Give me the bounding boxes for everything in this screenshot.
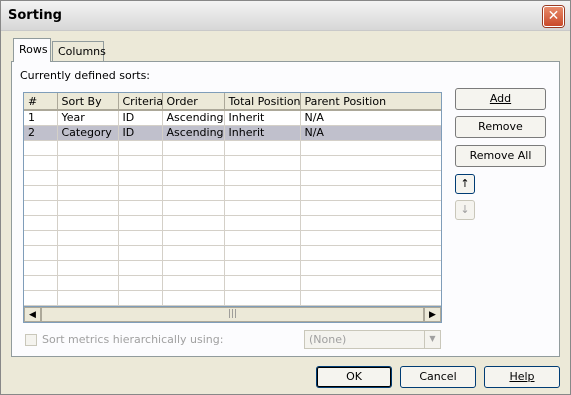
chevron-down-icon[interactable]: ▼ [424,331,440,348]
table-row-selected[interactable]: 2 Category ID Ascending Inherit N/A [24,125,441,141]
cancel-button[interactable]: Cancel [400,366,476,388]
ok-button[interactable]: OK [316,366,392,388]
empty-row [24,170,441,186]
grid-header-row: # Sort By Criteria Order Total Position … [24,93,441,111]
scroll-thumb[interactable]: ||| [41,307,424,322]
scroll-right-icon[interactable]: ▶ [424,307,441,322]
empty-row [24,230,441,246]
column-header-sort-by[interactable]: Sort By [57,93,119,111]
add-button-label: Add [489,92,512,105]
hierarchy-select-value: (None) [309,333,347,346]
hierarchical-sort-label: Sort metrics hierarchically using: [42,333,224,346]
hierarchical-sort-checkbox[interactable] [25,334,37,346]
empty-row [24,290,441,306]
close-button[interactable]: ✕ [543,6,564,27]
empty-row [24,200,441,216]
sorts-grid: # Sort By Criteria Order Total Position … [23,92,442,322]
empty-row [24,155,441,171]
title-bar[interactable]: Sorting ✕ [1,1,570,31]
cell-criteria: ID [118,110,163,126]
move-up-icon[interactable]: ↑ [455,174,475,194]
column-header-total-position[interactable]: Total Position [224,93,301,111]
column-header-parent-position[interactable]: Parent Position [300,93,441,111]
sorting-dialog: Sorting ✕ Rows Columns Currently defined… [0,0,571,395]
cell-sort-by: Year [57,110,119,126]
cell-parent-position: N/A [300,110,441,126]
horizontal-scrollbar[interactable]: ◀ ||| ▶ [23,306,442,323]
cell-order: Ascending [162,125,225,141]
help-button[interactable]: Help [484,366,560,388]
cell-total-position: Inherit [224,110,301,126]
column-header-order[interactable]: Order [162,93,225,111]
column-header-num[interactable]: # [24,93,58,111]
hierarchy-select[interactable]: (None) ▼ [304,330,441,349]
help-button-label: Help [509,370,535,383]
remove-button[interactable]: Remove [455,116,546,138]
cell-criteria: ID [118,125,163,141]
empty-row [24,245,441,261]
table-row[interactable]: 1 Year ID Ascending Inherit N/A [24,110,441,126]
dialog-title: Sorting [8,8,62,23]
remove-all-button[interactable]: Remove All [455,145,546,167]
cell-order: Ascending [162,110,225,126]
cell-total-position: Inherit [224,125,301,141]
empty-row [24,260,441,276]
move-down-icon[interactable]: ↓ [455,200,475,220]
tab-rows[interactable]: Rows [13,38,51,62]
empty-row [24,140,441,156]
column-header-criteria[interactable]: Criteria [118,93,163,111]
cell-sort-by: Category [57,125,119,141]
scroll-left-icon[interactable]: ◀ [24,307,41,322]
tab-columns[interactable]: Columns [52,41,106,61]
cell-parent-position: N/A [300,125,441,141]
empty-row [24,275,441,291]
add-button[interactable]: Add [455,88,546,110]
cell-num: 1 [24,110,58,126]
hierarchical-sort-option[interactable]: Sort metrics hierarchically using: [25,333,223,346]
empty-row [24,185,441,201]
empty-row [24,215,441,231]
currently-defined-sorts-label: Currently defined sorts: [20,69,151,82]
cell-num: 2 [24,125,58,141]
